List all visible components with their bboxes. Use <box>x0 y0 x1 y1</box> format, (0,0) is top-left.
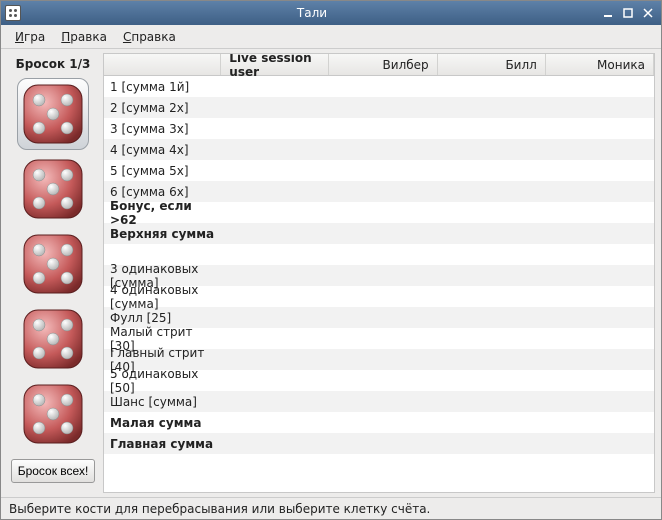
maximize-icon <box>623 8 633 18</box>
player-header-2[interactable]: Билл <box>438 54 546 75</box>
score-row: 2 [сумма 2х] <box>104 97 654 118</box>
dice-column: Бросок 1/3 Бросок всех! <box>7 53 99 493</box>
score-category[interactable]: 4 одинаковых [сумма] <box>104 283 222 311</box>
die-4[interactable] <box>17 303 89 375</box>
score-row: 4 одинаковых [сумма] <box>104 286 654 307</box>
score-row: 5 [сумма 5х] <box>104 160 654 181</box>
close-icon <box>643 8 653 18</box>
player-header-1[interactable]: Вилбер <box>329 54 437 75</box>
score-category: Бонус, если >62 <box>104 199 222 227</box>
content: Бросок 1/3 Бросок всех! Live session use… <box>1 49 661 497</box>
status-text: Выберите кости для перебрасывания или вы… <box>9 502 430 516</box>
score-category[interactable]: Фулл [25] <box>104 311 222 325</box>
menubar: Игра Правка Справка <box>1 25 661 49</box>
throw-counter: Бросок 1/3 <box>7 53 99 75</box>
minimize-button[interactable] <box>599 5 617 21</box>
score-row: 3 [сумма 3х] <box>104 118 654 139</box>
menu-settings[interactable]: Правка <box>53 28 115 46</box>
die-5[interactable] <box>17 378 89 450</box>
score-row: Верхняя сумма <box>104 223 654 244</box>
score-header: Live session userВилберБиллМоника <box>104 54 654 76</box>
player-header-0[interactable]: Live session user <box>221 54 329 75</box>
minimize-icon <box>603 8 613 18</box>
score-category: Верхняя сумма <box>104 227 222 241</box>
header-category[interactable] <box>104 54 221 75</box>
die-3[interactable] <box>17 228 89 300</box>
score-category: Главная сумма <box>104 437 222 451</box>
score-body: 1 [сумма 1й] 2 [сумма 2х] 3 [сумма 3х] 4 [с… <box>104 76 654 492</box>
titlebar: Тали <box>1 1 661 25</box>
score-row: Малая сумма <box>104 412 654 433</box>
score-row: 5 одинаковых [50] <box>104 370 654 391</box>
close-button[interactable] <box>639 5 657 21</box>
dice-icon <box>5 5 21 21</box>
statusbar: Выберите кости для перебрасывания или вы… <box>1 497 661 519</box>
score-row: 4 [сумма 4х] <box>104 139 654 160</box>
score-row: 1 [сумма 1й] <box>104 76 654 97</box>
score-category[interactable]: 6 [сумма 6х] <box>104 185 222 199</box>
window-title: Тали <box>27 6 597 20</box>
roll-all-button[interactable]: Бросок всех! <box>11 459 96 483</box>
score-category[interactable]: 5 [сумма 5х] <box>104 164 222 178</box>
score-row: Шанс [сумма] <box>104 391 654 412</box>
score-category[interactable]: Шанс [сумма] <box>104 395 222 409</box>
menu-help[interactable]: Справка <box>115 28 184 46</box>
score-category[interactable]: 2 [сумма 2х] <box>104 101 222 115</box>
score-category[interactable]: 3 [сумма 3х] <box>104 122 222 136</box>
score-table: Live session userВилберБиллМоника 1 [сум… <box>103 53 655 493</box>
maximize-button[interactable] <box>619 5 637 21</box>
score-category: Малая сумма <box>104 416 222 430</box>
score-category[interactable]: 5 одинаковых [50] <box>104 367 222 395</box>
die-1[interactable] <box>17 78 89 150</box>
score-row: Главная сумма <box>104 433 654 454</box>
score-row: Бонус, если >62 <box>104 202 654 223</box>
menu-game[interactable]: Игра <box>7 28 53 46</box>
die-2[interactable] <box>17 153 89 225</box>
player-header-3[interactable]: Моника <box>546 54 654 75</box>
score-category[interactable]: 1 [сумма 1й] <box>104 80 222 94</box>
score-category[interactable]: 4 [сумма 4х] <box>104 143 222 157</box>
